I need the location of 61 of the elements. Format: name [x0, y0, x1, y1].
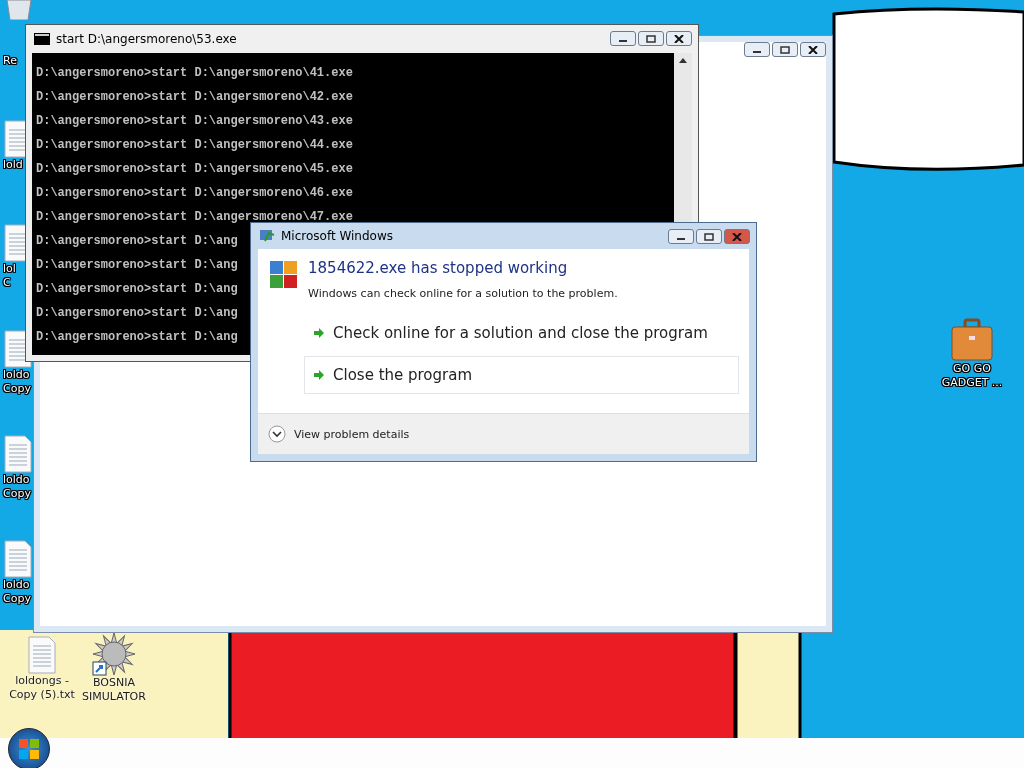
console-line: D:\angersmoreno>start D:\angersmoreno\42.exe	[36, 89, 353, 106]
close-icon	[808, 45, 818, 54]
close-button[interactable]	[800, 42, 826, 57]
console-line: D:\angersmoreno>start D:\ang	[36, 305, 238, 322]
scroll-up-icon[interactable]	[678, 56, 688, 64]
minimize-button[interactable]	[610, 31, 636, 46]
icon-label: Re	[3, 54, 17, 68]
console-line: D:\angersmoreno>start D:\angersmoreno\44.exe	[36, 137, 353, 154]
icon-label: Copy	[3, 487, 31, 501]
console-line: D:\angersmoreno>start D:\ang	[36, 281, 238, 298]
close-icon	[674, 34, 684, 43]
console-line: D:\angersmoreno>start D:\ang	[36, 329, 238, 346]
error-heading: 1854622.exe has stopped working	[308, 259, 569, 277]
minimize-button[interactable]	[744, 42, 770, 57]
icon-label: BOSNIA	[93, 676, 135, 690]
close-button[interactable]	[724, 229, 750, 244]
icon-label: C	[3, 276, 11, 290]
command-link[interactable]: Close the program	[304, 356, 739, 394]
error-message: Windows can check online for a solution to the problem.	[308, 287, 618, 300]
recycle-bin-icon	[3, 0, 35, 20]
icon-label: GO GO	[953, 362, 991, 376]
window-title: Microsoft Windows	[281, 229, 393, 243]
close-icon	[732, 232, 742, 241]
icon-label: Copy	[3, 592, 31, 606]
maximize-icon	[704, 232, 714, 241]
window-title: start D:\angersmoreno\53.exe	[56, 32, 237, 46]
icon-label: loldo	[3, 473, 30, 487]
icon-label: Copy	[3, 382, 31, 396]
arrow-icon	[313, 327, 325, 339]
text-file-icon	[27, 636, 57, 674]
briefcase-icon	[950, 318, 994, 362]
console-line: D:\angersmoreno>start D:\angersmoreno\47.exe	[36, 209, 353, 226]
maximize-button[interactable]	[772, 42, 798, 57]
console-line: D:\angersmoreno>start D:\ang	[36, 257, 238, 274]
icon-label: GADGET ...	[941, 376, 1003, 390]
chevron-down-icon	[268, 425, 286, 443]
icon-label: loldongs -	[15, 674, 69, 688]
windows-logo-icon	[19, 739, 39, 759]
icon-label: Copy (5).txt	[9, 688, 75, 702]
console-line: D:\angersmoreno>start D:\angersmoreno\45.exe	[36, 161, 353, 178]
maximize-button[interactable]	[696, 229, 722, 244]
icon-label: SIMULATOR	[82, 690, 146, 704]
console-line: D:\angersmoreno>start D:\angersmoreno\43.exe	[36, 113, 353, 130]
icon-label: lold	[3, 158, 23, 172]
console-line: D:\angersmoreno>start D:\ang	[36, 233, 238, 250]
start-button[interactable]	[8, 728, 50, 768]
console-icon	[34, 33, 50, 45]
icon-label: loldo	[3, 578, 30, 592]
close-button[interactable]	[666, 31, 692, 46]
icon-label: lol	[3, 262, 16, 276]
details-toggle[interactable]: View problem details	[268, 425, 410, 443]
console-line: D:\angersmoreno>start D:\angersmoreno\41.exe	[36, 65, 353, 82]
maximize-icon	[780, 45, 790, 54]
console-line: D:\angersmoreno>start D:\angersmoreno\46.exe	[36, 185, 353, 202]
maximize-button[interactable]	[638, 31, 664, 46]
minimize-button[interactable]	[668, 229, 694, 244]
app-icon	[259, 229, 275, 243]
maximize-icon	[646, 34, 656, 43]
icon-label: loldo	[3, 368, 30, 382]
puzzle-icon	[268, 259, 300, 291]
arrow-icon	[313, 369, 325, 381]
